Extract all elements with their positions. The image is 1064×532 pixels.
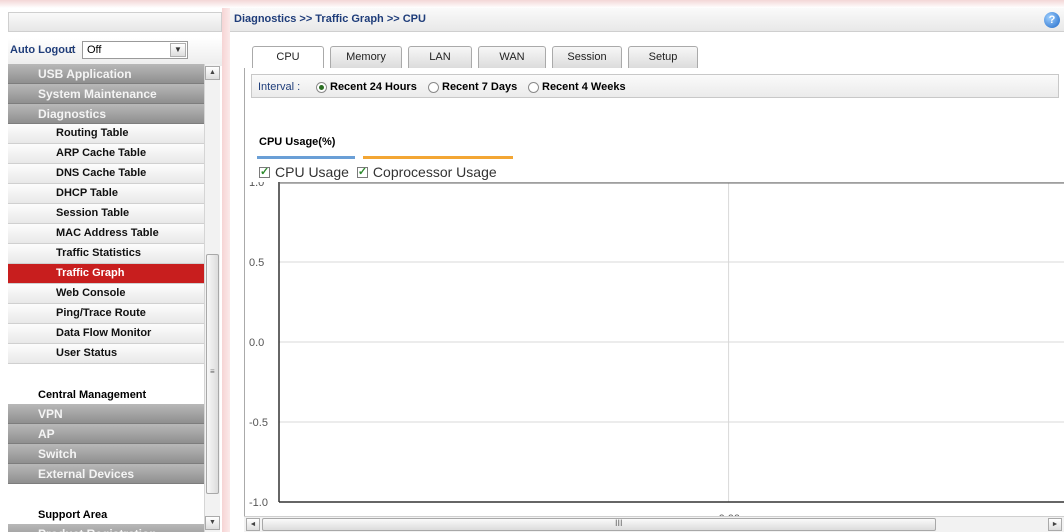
menu-product-registration[interactable]: Product Registration xyxy=(8,524,204,532)
scroll-down-arrow-icon[interactable]: ▼ xyxy=(205,516,220,530)
menu-user-status[interactable]: User Status xyxy=(8,344,204,364)
horizontal-scrollbar-thumb[interactable]: III xyxy=(262,518,936,531)
top-accent-bar xyxy=(0,0,1064,8)
coprocessor-usage-checkbox[interactable] xyxy=(356,165,368,178)
menu-arp-cache-table[interactable]: ARP Cache Table xyxy=(8,144,204,164)
scroll-left-arrow-icon[interactable]: ◄ xyxy=(246,518,260,531)
menu-traffic-graph[interactable]: Traffic Graph xyxy=(8,264,204,284)
auto-logout-colon: : xyxy=(70,44,74,56)
menu-support-area[interactable]: Support Area xyxy=(8,504,204,524)
tab-wan[interactable]: WAN xyxy=(478,46,546,68)
y-tick-label: -0.5 xyxy=(249,417,268,429)
radio-recent-7-days[interactable]: Recent 7 Days xyxy=(428,81,517,93)
scroll-right-arrow-icon[interactable]: ► xyxy=(1048,518,1062,531)
auto-logout-select[interactable]: Off ▼ xyxy=(82,41,188,59)
cpu-usage-chart: 1.00.50.0-0.5-1.00:00 xyxy=(249,182,1064,525)
sidebar-menu: USB Application System Maintenance Diagnos… xyxy=(8,64,204,532)
horizontal-scrollbar[interactable]: ◄ III ► xyxy=(244,516,1064,532)
interval-label: Interval : xyxy=(258,81,301,93)
menu-external-devices[interactable]: External Devices xyxy=(8,464,204,484)
chevron-down-icon[interactable]: ▼ xyxy=(170,43,186,57)
interval-bar: Interval : Recent 24 Hours Recent 7 Days… xyxy=(251,74,1059,98)
tab-setup[interactable]: Setup xyxy=(628,46,698,68)
tab-content: Interval : Recent 24 Hours Recent 7 Days… xyxy=(244,68,1064,532)
main-panel: Diagnostics >> Traffic Graph >> CPU ? CP… xyxy=(230,8,1064,532)
menu-routing-table[interactable]: Routing Table xyxy=(8,124,204,144)
radio-label: Recent 24 Hours xyxy=(330,81,417,93)
menu-ping-trace-route[interactable]: Ping/Trace Route xyxy=(8,304,204,324)
menu-central-management[interactable]: Central Management xyxy=(8,384,204,404)
scroll-up-arrow-icon[interactable]: ▲ xyxy=(205,66,220,80)
tab-memory[interactable]: Memory xyxy=(330,46,402,68)
radio-dot-icon[interactable] xyxy=(316,81,327,93)
tab-lan[interactable]: LAN xyxy=(408,46,472,68)
breadcrumb-text: Diagnostics >> Traffic Graph >> CPU xyxy=(234,13,426,25)
sidebar-divider xyxy=(222,8,230,532)
menu-system-maintenance[interactable]: System Maintenance xyxy=(8,84,204,104)
tab-session[interactable]: Session xyxy=(552,46,622,68)
menu-vpn[interactable]: VPN xyxy=(8,404,204,424)
y-tick-label: 0.5 xyxy=(249,257,264,269)
menu-diagnostics[interactable]: Diagnostics xyxy=(8,104,204,124)
menu-spacer xyxy=(8,484,204,504)
menu-data-flow-monitor[interactable]: Data Flow Monitor xyxy=(8,324,204,344)
chart-title: CPU Usage(%) xyxy=(259,136,336,148)
radio-label: Recent 7 Days xyxy=(442,81,518,93)
menu-web-console[interactable]: Web Console xyxy=(8,284,204,304)
auto-logout-label: Auto Logout xyxy=(10,44,76,56)
menu-dns-cache-table[interactable]: DNS Cache Table xyxy=(8,164,204,184)
menu-traffic-statistics[interactable]: Traffic Statistics xyxy=(8,244,204,264)
menu-mac-address-table[interactable]: MAC Address Table xyxy=(8,224,204,244)
menu-ap[interactable]: AP xyxy=(8,424,204,444)
menu-switch[interactable]: Switch xyxy=(8,444,204,464)
cpu-usage-legend-underline xyxy=(257,156,355,159)
radio-dot-icon[interactable] xyxy=(528,81,539,93)
scrollbar-grip-icon: ≡ xyxy=(210,367,215,376)
menu-usb-application[interactable]: USB Application xyxy=(8,64,204,84)
y-tick-label: 1.0 xyxy=(249,182,264,189)
coprocessor-usage-legend-label: Coprocessor Usage xyxy=(372,164,497,180)
menu-dhcp-table[interactable]: DHCP Table xyxy=(8,184,204,204)
chart-legend: CPU Usage Coprocessor Usage xyxy=(259,164,497,180)
radio-recent-4-weeks[interactable]: Recent 4 Weeks xyxy=(528,81,626,93)
sidebar-header xyxy=(8,12,222,32)
breadcrumb: Diagnostics >> Traffic Graph >> CPU ? xyxy=(230,8,1064,32)
y-tick-label: -1.0 xyxy=(249,497,268,509)
menu-spacer xyxy=(8,364,204,384)
left-sidebar: Auto Logout : Off ▼ USB Application Syste… xyxy=(8,8,222,532)
tab-cpu[interactable]: CPU xyxy=(252,46,324,69)
auto-logout-row: Auto Logout : Off ▼ xyxy=(8,38,222,66)
help-icon[interactable]: ? xyxy=(1044,12,1060,28)
sidebar-scrollbar[interactable]: ▲ ≡ ▼ xyxy=(204,64,220,532)
y-tick-label: 0.0 xyxy=(249,337,264,349)
horizontal-scrollbar-grip-icon: III xyxy=(615,518,623,528)
scrollbar-thumb[interactable]: ≡ xyxy=(206,254,219,494)
coprocessor-usage-legend-underline xyxy=(363,156,513,159)
radio-dot-icon[interactable] xyxy=(428,81,439,93)
menu-session-table[interactable]: Session Table xyxy=(8,204,204,224)
radio-recent-24-hours[interactable]: Recent 24 Hours xyxy=(316,81,417,93)
radio-label: Recent 4 Weeks xyxy=(542,81,626,93)
cpu-usage-legend-label: CPU Usage xyxy=(275,164,349,180)
cpu-usage-checkbox[interactable] xyxy=(259,165,270,178)
auto-logout-value: Off xyxy=(87,44,102,56)
